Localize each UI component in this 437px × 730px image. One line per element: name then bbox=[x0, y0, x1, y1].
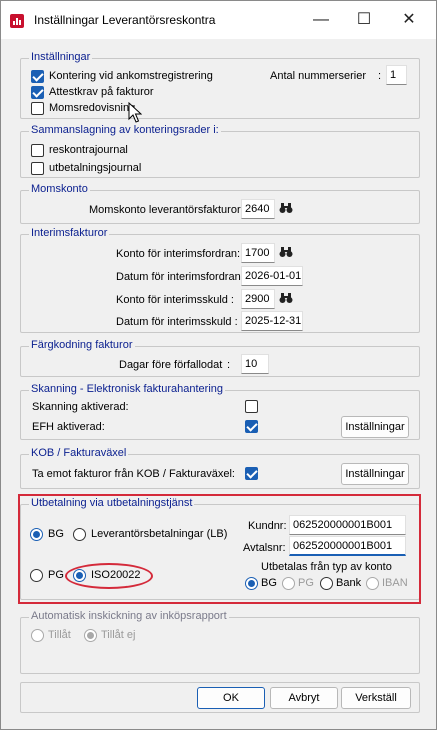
attestkrav-label: Attestkrav på fakturor bbox=[49, 86, 154, 98]
group-title-skanning: Skanning - Elektronisk fakturahantering bbox=[29, 383, 225, 395]
momsredovisning-label: Momsredovisning bbox=[49, 102, 136, 114]
utbetalningsjournal-label: utbetalningsjournal bbox=[49, 162, 142, 174]
konto-skuld-input[interactable]: 2900 bbox=[241, 289, 275, 309]
group-installningar: Inställningar Kontering vid ankomstregis… bbox=[20, 51, 420, 119]
tillat-ej-radio[interactable] bbox=[84, 629, 97, 642]
datum-skuld-input[interactable]: 2025-12-31 bbox=[241, 311, 303, 331]
highlight-ellipse bbox=[65, 563, 153, 589]
verkstall-button[interactable]: Verkställ bbox=[341, 687, 411, 709]
title-bar: Inställningar Leverantörsreskontra — ☐ ✕ bbox=[1, 1, 436, 39]
konto-fordran-label: Konto för interimsfordran: bbox=[116, 248, 241, 260]
datum-skuld-label: Datum för interimsskuld : bbox=[116, 316, 238, 328]
attestkrav-checkbox[interactable] bbox=[31, 86, 44, 99]
group-title-interims: Interimsfakturor bbox=[29, 227, 110, 239]
ok-button[interactable]: OK bbox=[197, 687, 265, 709]
efh-aktiverad-label: EFH aktiverad: bbox=[32, 421, 105, 433]
tillat-label: Tillåt bbox=[48, 629, 71, 641]
group-fargkodning: Färgkodning fakturor Dagar före förfallo… bbox=[20, 339, 420, 377]
group-sammanslagning: Sammanslagning av konteringsrader i: res… bbox=[20, 124, 420, 178]
dagar-colon: : bbox=[227, 359, 231, 371]
group-skanning: Skanning - Elektronisk fakturahantering … bbox=[20, 383, 420, 440]
group-automatisk: Automatisk inskickning av inköpsrapport … bbox=[20, 610, 420, 674]
reskontrajournal-label: reskontrajournal bbox=[49, 144, 128, 156]
close-button[interactable]: ✕ bbox=[397, 10, 421, 30]
efh-aktiverad-checkbox[interactable] bbox=[245, 420, 258, 433]
datum-fordran-label: Datum för interimsfordran: bbox=[116, 271, 244, 283]
skanning-aktiverad-checkbox[interactable] bbox=[245, 400, 258, 413]
highlight-frame bbox=[18, 494, 421, 604]
group-title-fargkodning: Färgkodning fakturor bbox=[29, 339, 135, 351]
group-title-installningar: Inställningar bbox=[29, 51, 93, 63]
settings-window: Inställningar Leverantörsreskontra — ☐ ✕… bbox=[0, 0, 437, 730]
group-momskonto: Momskonto Momskonto leverantörsfakturor:… bbox=[20, 183, 420, 224]
binoculars-icon[interactable] bbox=[279, 246, 293, 258]
minimize-button[interactable]: — bbox=[309, 10, 333, 30]
group-kob: KOB / Fakturaväxel Ta emot fakturor från… bbox=[20, 447, 420, 489]
mouse-cursor-icon bbox=[128, 102, 142, 123]
skanning-installningar-button[interactable]: Inställningar bbox=[341, 416, 409, 438]
group-title-momskonto: Momskonto bbox=[29, 183, 90, 195]
antal-nummerserier-label: Antal nummerserier bbox=[270, 70, 366, 82]
group-title-kob: KOB / Fakturaväxel bbox=[29, 447, 129, 459]
datum-fordran-input[interactable]: 2026-01-01 bbox=[241, 266, 303, 286]
konto-skuld-label: Konto för interimsskuld : bbox=[116, 294, 234, 306]
kob-installningar-button[interactable]: Inställningar bbox=[341, 463, 409, 485]
avbryt-button[interactable]: Avbryt bbox=[270, 687, 338, 709]
tillat-radio[interactable] bbox=[31, 629, 44, 642]
maximize-button[interactable]: ☐ bbox=[352, 10, 376, 30]
antal-nummerserier-input[interactable]: 1 bbox=[386, 65, 407, 85]
app-icon bbox=[10, 14, 24, 28]
tillat-ej-label: Tillåt ej bbox=[101, 629, 136, 641]
dagar-input[interactable]: 10 bbox=[241, 354, 269, 374]
kontering-checkbox[interactable] bbox=[31, 70, 44, 83]
momsredovisning-checkbox[interactable] bbox=[31, 102, 44, 115]
kontering-label: Kontering vid ankomstregistrering bbox=[49, 70, 213, 82]
utbetalningsjournal-checkbox[interactable] bbox=[31, 162, 44, 175]
group-interimsfakturor: Interimsfakturor Konto för interimsfordr… bbox=[20, 227, 420, 333]
group-title-automatisk: Automatisk inskickning av inköpsrapport bbox=[29, 610, 229, 622]
kob-checkbox[interactable] bbox=[245, 467, 258, 480]
binoculars-icon[interactable] bbox=[279, 292, 293, 304]
momskonto-label: Momskonto leverantörsfakturor: bbox=[89, 204, 244, 216]
konto-fordran-input[interactable]: 1700 bbox=[241, 243, 275, 263]
binoculars-icon[interactable] bbox=[279, 202, 293, 214]
dagar-label: Dagar före förfallodat bbox=[119, 359, 223, 371]
antal-colon: : bbox=[378, 70, 382, 82]
reskontrajournal-checkbox[interactable] bbox=[31, 144, 44, 157]
footer-bar: OK Avbryt Verkställ bbox=[20, 682, 420, 713]
skanning-aktiverad-label: Skanning aktiverad: bbox=[32, 401, 129, 413]
kob-label: Ta emot fakturor från KOB / Fakturaväxel… bbox=[32, 468, 235, 480]
group-title-sammanslagning: Sammanslagning av konteringsrader i: bbox=[29, 124, 221, 136]
window-title: Inställningar Leverantörsreskontra bbox=[34, 13, 216, 27]
momskonto-input[interactable]: 2640 bbox=[241, 199, 275, 219]
